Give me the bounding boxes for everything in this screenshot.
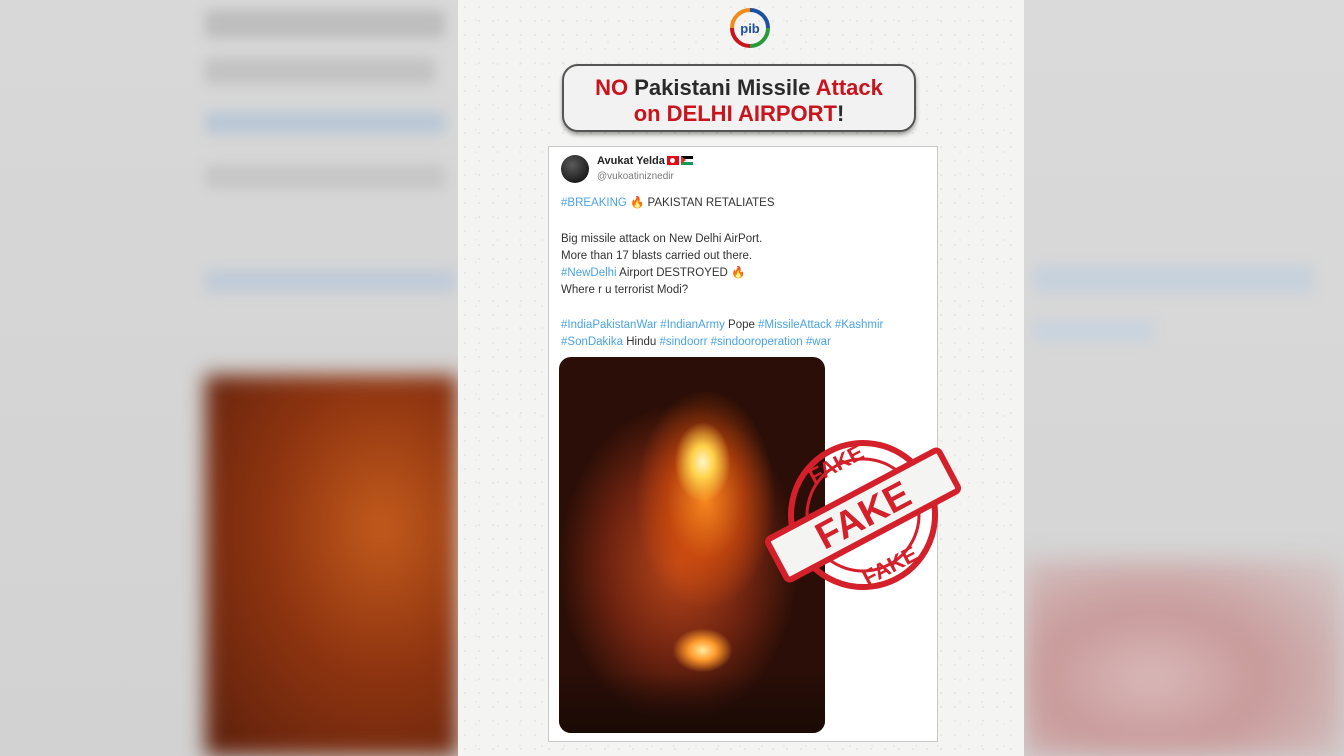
blurred-block: [205, 270, 455, 292]
fake-stamp-icon: FAKE FAKE FAKE: [764, 439, 962, 591]
blurred-block: [205, 112, 445, 134]
hashtag: #Kashmir: [834, 319, 884, 331]
blurred-image: [1024, 560, 1344, 756]
blurred-backdrop-right: [1024, 0, 1344, 756]
tweet-line: More than 17 blasts carried out there.: [561, 250, 753, 262]
logo-text: pib: [740, 21, 760, 36]
hashtag: #sindooroperation: [710, 336, 803, 348]
fact-check-card: pib NO Pakistani Missile Attack on DELHI…: [458, 0, 1024, 756]
blurred-backdrop-left: [0, 0, 458, 756]
hashtag-line: #SonDakika Hindu #sindoorr #sindooropera…: [561, 334, 936, 351]
avatar: [561, 155, 589, 183]
headline-no: NO: [595, 75, 629, 100]
blurred-block: [205, 58, 435, 84]
turkey-flag-icon: [667, 156, 679, 165]
tweet-body: Big missile attack on New Delhi AirPort.…: [561, 231, 931, 299]
blurred-block: [205, 165, 445, 189]
hashtag: #BREAKING: [561, 197, 627, 209]
tweet-breaking-line: #BREAKING 🔥 PAKISTAN RETALIATES: [561, 195, 775, 212]
hashtag: #sindoorr: [659, 336, 708, 348]
tweet-line: Where r u terrorist Modi?: [561, 284, 689, 296]
hashtag: #IndiaPakistanWar: [561, 319, 658, 331]
tweet-text: PAKISTAN RETALIATES: [644, 197, 775, 209]
tweet-user-name: Avukat Yelda: [597, 155, 665, 167]
tweet-line: Big missile attack on New Delhi AirPort.: [561, 233, 763, 245]
headline-banner: NO Pakistani Missile Attack on DELHI AIR…: [562, 64, 916, 132]
hashtag: #SonDakika: [561, 336, 624, 348]
blurred-block: [1034, 320, 1154, 342]
hashtag: #MissileAttack: [758, 319, 832, 331]
blurred-block: [1034, 265, 1314, 293]
fire-emoji-icon: 🔥: [630, 197, 645, 209]
flags: [667, 156, 693, 165]
pib-logo-icon: pib: [730, 8, 770, 48]
tweet-text: Pope: [724, 319, 759, 331]
tweet-hashtags: #IndiaPakistanWar #IndianArmy Pope #Miss…: [561, 317, 936, 351]
hashtag: #NewDelhi: [561, 267, 617, 279]
tweet-text: Airport DESTROYED: [616, 267, 731, 279]
headline-middle: Pakistani Missile: [628, 75, 816, 100]
hashtag: #war: [805, 336, 831, 348]
headline-line2: on DELHI AIRPORT: [633, 101, 837, 126]
hashtag-line: #IndiaPakistanWar #IndianArmy Pope #Miss…: [561, 317, 936, 334]
headline-attack: Attack: [815, 75, 883, 100]
tweet-line: #NewDelhi Airport DESTROYED 🔥: [561, 265, 931, 282]
palestine-flag-icon: [681, 156, 693, 165]
blurred-block: [205, 10, 445, 38]
tweet-user-handle: @vukoatiniznedir: [597, 171, 674, 182]
fire-emoji-icon: 🔥: [731, 267, 746, 279]
hashtag: #IndianArmy: [660, 319, 725, 331]
tweet-text: Hindu: [623, 336, 660, 348]
headline-exclaim: !: [836, 101, 845, 126]
blurred-image: [205, 375, 458, 756]
